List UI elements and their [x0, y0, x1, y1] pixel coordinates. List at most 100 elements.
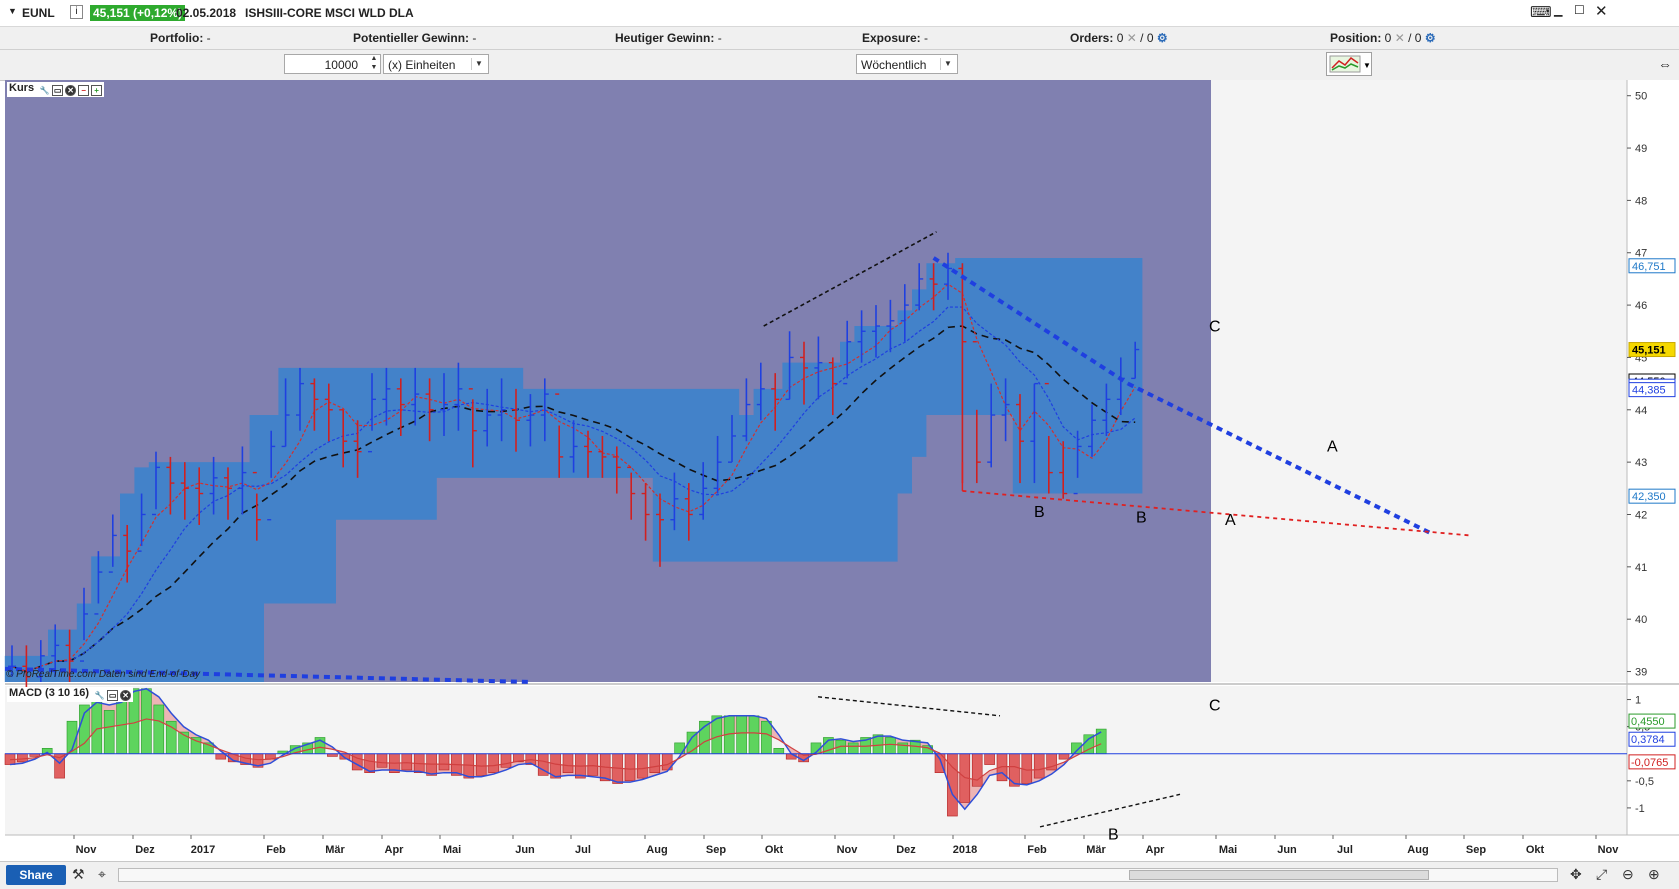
macd-histogram-bar [17, 753, 28, 763]
exposure-info: Exposure: - [862, 31, 929, 45]
date-label: 02.05.2018 [176, 6, 237, 20]
time-axis-label: Apr [385, 844, 405, 856]
price-axis-label: 42 [1635, 509, 1647, 521]
increase-icon[interactable]: + [91, 85, 103, 96]
price-axis-label: 39 [1635, 667, 1647, 679]
macd-histogram-bar [438, 753, 450, 771]
macd-histogram-bar [376, 753, 388, 768]
wave-label: B [1136, 509, 1147, 526]
wave-label: C [1209, 318, 1221, 335]
time-axis-label: Okt [1526, 844, 1545, 856]
bottom-toolbar: Share ⚒ ⌖ ✥ ⤢ ⊖ ⊕ [0, 861, 1679, 889]
close-icon[interactable]: ✕ [1595, 2, 1608, 20]
macd-histogram-bar [475, 753, 487, 776]
macd-histogram-bar [91, 699, 103, 755]
quantity-stepper[interactable]: ▲ ▼ [368, 54, 380, 74]
close-icon[interactable]: ✕ [65, 85, 77, 96]
position-settings-icon[interactable]: ⚙ [1425, 31, 1436, 45]
macd-histogram-bar [401, 753, 413, 771]
price-axis-label: 47 [1635, 248, 1647, 260]
time-axis-label: Nov [76, 844, 98, 856]
macd-histogram-bar [736, 715, 747, 755]
price-axis-label: 49 [1635, 143, 1647, 155]
macd-wave-label: C [1209, 697, 1221, 714]
macd-axis-label: -0,5 [1635, 776, 1654, 788]
price-axis-label: 43 [1635, 457, 1647, 469]
wrench-icon[interactable]: 🔧 [39, 86, 50, 97]
zoom-in-icon[interactable]: ⊕ [1648, 866, 1660, 883]
keyboard-icon[interactable]: ⌨ [1530, 3, 1552, 21]
macd-histogram-bar [1033, 753, 1045, 779]
time-axis-label: Dez [896, 844, 916, 856]
macd-value-label: 0,3784 [1631, 734, 1665, 746]
orders-settings-icon[interactable]: ⚙ [1157, 31, 1168, 45]
move-icon[interactable]: ✥ [1570, 866, 1582, 883]
price-axis-label: 46 [1635, 300, 1647, 312]
title-bar: ▼ EUNL i 45,151 (+0,12%) 02.05.2018 ISHS… [0, 0, 1679, 27]
time-axis-label: Feb [266, 844, 286, 856]
macd-histogram-bar [984, 753, 995, 765]
chart-area: AAB BC50494847464544434241403946,75145,15… [4, 80, 1679, 856]
macd-wave-label: B [1108, 827, 1119, 844]
price-tag-label: 44,385 [1632, 385, 1666, 397]
wrench-icon[interactable]: 🔧 [94, 691, 105, 702]
zoom-fit-icon[interactable]: ⤢ [1596, 866, 1607, 883]
horizontal-scrollbar[interactable] [118, 868, 1558, 882]
macd-panel-header: MACD (3 10 16) 🔧 ▭ ✕ [7, 687, 134, 702]
symbol-dropdown-icon[interactable]: ▼ [8, 6, 17, 16]
today-gain-info: Heutiger Gewinn: - [615, 31, 722, 45]
zoom-out-icon[interactable]: ⊖ [1622, 866, 1634, 883]
macd-histogram-bar [165, 720, 177, 755]
time-axis-label: Jul [575, 844, 591, 856]
quantity-input[interactable]: 10000 [284, 54, 381, 74]
time-axis-label: Okt [765, 844, 784, 856]
info-icon[interactable]: i [70, 5, 83, 19]
price-change-badge: 45,151 (+0,12%) [90, 5, 186, 21]
macd-histogram-bar [1058, 753, 1070, 760]
price-axis-label: 40 [1635, 614, 1647, 626]
portfolio-info: Portfolio: - [150, 31, 211, 45]
price-axis-label: 48 [1635, 195, 1647, 207]
price-panel-header: Kurs 🔧 ▭ ✕ − + [7, 82, 105, 97]
panel-toggle-icon[interactable]: ⇔ [1658, 56, 1672, 72]
macd-panel-label: MACD (3 10 16) [9, 687, 90, 699]
time-axis-label: Jul [1337, 844, 1353, 856]
macd-histogram-bar [761, 720, 772, 755]
unit-select[interactable]: (x) Einheiten ▼ [383, 54, 489, 74]
price-axis-label: 50 [1635, 91, 1647, 103]
time-axis-label: Aug [1407, 844, 1428, 856]
scrollbar-thumb[interactable] [1129, 870, 1429, 880]
macd-histogram-bar [190, 737, 202, 755]
orders-info: Orders: 0 ✕ / 0 ⚙ [1070, 31, 1168, 45]
close-icon[interactable]: ✕ [120, 690, 132, 701]
chart-type-button[interactable]: ▼ [1326, 52, 1372, 76]
macd-axis-label: -1 [1635, 803, 1645, 815]
maximize-icon[interactable]: ☐ [1574, 3, 1585, 17]
period-select[interactable]: Wöchentlich ▼ [856, 54, 958, 74]
potential-gain-info: Potentieller Gewinn: - [353, 31, 477, 45]
window-icon[interactable]: ▭ [52, 85, 64, 96]
chevron-down-icon: ▼ [940, 58, 955, 70]
order-control-bar: 10000 ▲ ▼ (x) Einheiten ▼ Wöchentlich ▼ ▼ ⇔ [0, 50, 1679, 81]
time-axis-label: Jun [515, 844, 535, 856]
time-axis-label: 2017 [191, 844, 215, 856]
window-icon[interactable]: ▭ [107, 690, 119, 701]
time-axis-label: Mär [1086, 844, 1106, 856]
symbol-label[interactable]: EUNL [22, 6, 55, 20]
macd-histogram-bar [885, 737, 896, 755]
chart-type-icon: ▼ [1329, 55, 1371, 73]
time-axis-label: Mai [1219, 844, 1237, 856]
macd-histogram-bar [971, 753, 983, 787]
price-axis-label: 41 [1635, 562, 1647, 574]
macd-value-label: 0,4550 [1631, 716, 1665, 728]
macd-histogram-bar [624, 753, 636, 782]
share-button[interactable]: Share [6, 865, 66, 885]
cursor-icon[interactable]: ⌖ [98, 866, 106, 883]
wave-label: B [1034, 504, 1045, 521]
minimize-icon[interactable]: ▁ [1554, 4, 1562, 17]
time-axis-label: Sep [1466, 844, 1486, 856]
decrease-icon[interactable]: − [78, 85, 90, 96]
price-tag-label: 45,151 [1632, 345, 1666, 357]
wave-label: A [1327, 439, 1338, 456]
chart-settings-icon[interactable]: ⚒ [72, 866, 85, 883]
